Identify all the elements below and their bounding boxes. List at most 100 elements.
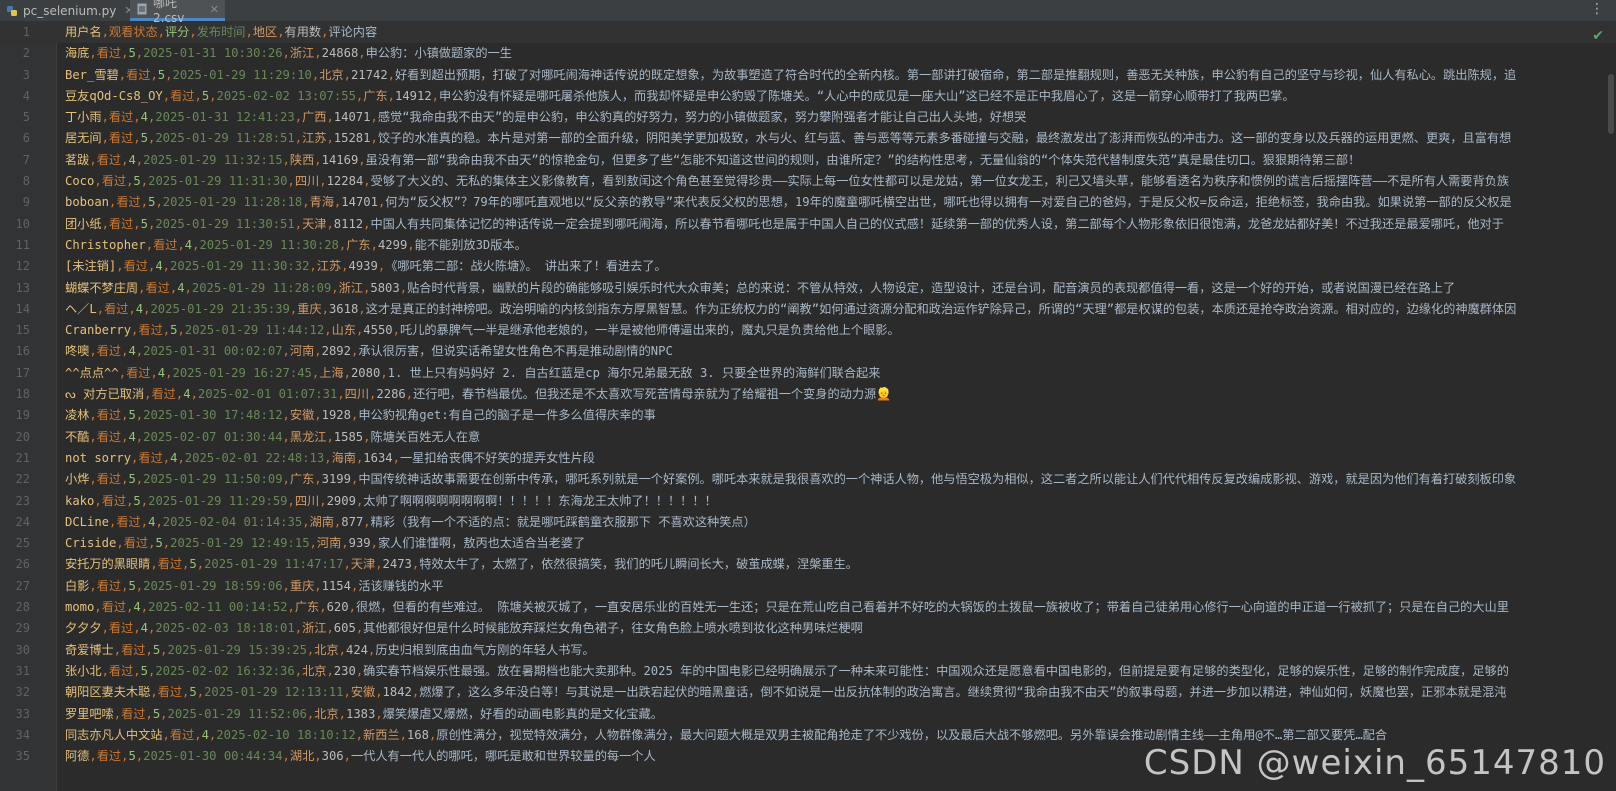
csv-field: 燃爆了，这么多年没白等！与其说是一出跌宕起伏的暗黑童话，倒不如说是一出反抗体制的… (419, 685, 1507, 700)
line-number: 7 (22, 152, 30, 167)
code-line[interactable]: 12 [未注销],看过,4,2025-01-29 11:30:32,江苏,4939… (0, 256, 1616, 277)
code-line[interactable]: 1 用户名,观看状态,评分,发布时间,地区,有用数,评论内容 (0, 22, 1616, 44)
field-separator: , (309, 259, 317, 274)
vertical-scrollbar[interactable] (1606, 44, 1616, 791)
field-separator: , (157, 25, 165, 39)
code-line[interactable]: 14 ヘ／L,看过,4,2025-01-29 21:35:39,重庆,3618,这… (0, 299, 1616, 320)
csv-field: 看过 (153, 237, 178, 252)
code-line[interactable]: 29 夕夕夕,看过,4,2025-02-03 18:18:01,浙江,605,其他… (0, 618, 1616, 639)
csv-field: 评分 (165, 25, 190, 39)
code-line[interactable]: 13 蝴蝶不梦庄周,看过,4,2025-01-29 11:28:09,浙江,580… (0, 278, 1616, 299)
tab-csv[interactable]: 哪吒2.csv ✕ (130, 0, 225, 25)
code-line[interactable]: 16 咚噢,看过,4,2025-01-31 00:02:07,河南,2892,承认… (0, 341, 1616, 362)
csv-field: 2025-01-29 15:39:25 (167, 642, 307, 657)
code-line[interactable]: 15 Cranberry,看过,5,2025-01-29 11:44:12,山东,… (0, 320, 1616, 341)
csv-field: 2025-02-01 22:48:13 (184, 450, 325, 465)
field-separator: , (309, 536, 317, 551)
csv-field: 看过 (96, 578, 122, 593)
csv-field: 虽没有第一部“我命由我不由天”的惊艳金句，但更多了些“怎能不知道这世间的规则，由… (365, 152, 1361, 167)
field-separator: , (101, 25, 109, 39)
field-separator: , (370, 110, 378, 125)
csv-field: 877 (341, 514, 364, 529)
field-separator: , (399, 280, 408, 295)
tab-pc-selenium[interactable]: pc_selenium.py ✕ (0, 0, 134, 21)
field-separator: , (194, 88, 202, 103)
field-separator: , (314, 749, 322, 764)
csv-field: 河南 (289, 344, 315, 359)
csv-field: 2025-01-29 11:30:28 (199, 237, 339, 252)
code-line[interactable]: 17 ^^点点^^,看过,4,2025-01-29 16:27:45,上海,208… (0, 363, 1616, 384)
code-line[interactable]: 20 不酷,看过,4,2025-02-07 01:30:44,黑龙江,1585,陈… (0, 427, 1616, 448)
code-line[interactable]: 22 小烨,看过,5,2025-01-29 11:50:09,广东,3199,中国… (0, 469, 1616, 490)
field-separator: , (324, 450, 332, 465)
code-line[interactable]: 11 Christopher,看过,4,2025-01-29 11:30:28,广… (0, 235, 1616, 256)
code-line[interactable]: 2 海底,看过,5,2025-01-31 10:30:26,浙江,24868,申公… (0, 43, 1616, 64)
csv-field: 能不能别放3D版本。 (414, 237, 527, 252)
inspection-ok-icon[interactable]: ✔ (1592, 28, 1604, 44)
csv-field: 奇爱博士 (65, 642, 114, 657)
field-separator: , (133, 621, 141, 636)
csv-field: 4 (155, 259, 163, 274)
field-separator: , (209, 88, 217, 103)
code-line[interactable]: 24 DCLine,看过,4,2025-02-04 01:14:35,湖南,877… (0, 512, 1616, 533)
field-separator: , (314, 344, 322, 359)
more-options-icon[interactable]: ⋮ (1590, 1, 1604, 17)
csv-field: 四川 (294, 174, 320, 189)
csv-field: 230 (333, 663, 356, 678)
code-line[interactable]: 19 凌林,看过,5,2025-01-30 17:48:12,安徽,1928,申公… (0, 405, 1616, 426)
csv-field: ᔓ 对方已取消 (65, 387, 145, 402)
code-line[interactable]: 27 白影,看过,5,2025-01-29 18:59:06,重庆,1154,活该… (0, 576, 1616, 597)
code-line[interactable]: 6 居无间,看过,5,2025-01-29 11:28:51,江苏,15281,饺… (0, 128, 1616, 149)
close-icon[interactable]: ✕ (210, 3, 219, 16)
field-separator: , (194, 727, 202, 742)
code-line[interactable]: 23 kako,看过,5,2025-01-29 11:29:59,四川,2909,… (0, 491, 1616, 512)
code-line[interactable]: 21 not sorry,看过,4,2025-02-01 22:48:13,海南,… (0, 448, 1616, 469)
csv-field: 605 (333, 621, 356, 636)
line-number: 26 (15, 557, 30, 572)
csv-field: 4299 (377, 237, 408, 252)
field-separator: , (326, 131, 334, 146)
csv-field: 168 (406, 727, 429, 742)
field-separator: , (326, 621, 334, 636)
code-line[interactable]: 33 罗里吧嗦,看过,5,2025-01-29 11:52:06,北京,1383,… (0, 704, 1616, 725)
code-line[interactable]: 3 Ber_雪碧,看过,5,2025-01-29 11:29:10,北京,2174… (0, 65, 1616, 86)
csv-field: 3618 (328, 301, 359, 316)
editor-tab-bar: pc_selenium.py ✕ 哪吒2.csv ✕ ⋮ (0, 0, 1616, 25)
csv-field: 观看状态 (108, 25, 158, 39)
csv-field: 看过 (108, 621, 134, 636)
csv-row: DCLine,看过,4,2025-02-04 01:14:35,湖南,877,精… (65, 512, 756, 533)
code-line[interactable]: 32 朝阳区妻夫木聪,看过,5,2025-01-29 12:13:11,安徽,18… (0, 682, 1616, 703)
code-editor[interactable]: 1 用户名,观看状态,评分,发布时间,地区,有用数,评论内容 2 海底,看过,5,20… (0, 22, 1616, 791)
code-line[interactable]: 8 Coco,看过,5,2025-01-29 11:31:30,四川,12284,… (0, 171, 1616, 192)
code-line[interactable]: 5 丁小雨,看过,4,2025-01-31 12:41:23,广西,14071,感… (0, 107, 1616, 128)
csv-field: 2025-01-30 00:44:34 (143, 749, 283, 764)
csv-field: 重庆 (297, 301, 322, 316)
code-line[interactable]: 28 momo,看过,4,2025-02-11 00:14:52,广东,620,很… (0, 597, 1616, 618)
code-line[interactable]: 31 张小北,看过,5,2025-02-02 16:32:36,北京,230,确实… (0, 661, 1616, 682)
field-separator: , (113, 706, 122, 721)
csv-field: 2025-01-29 11:28:51 (155, 131, 295, 146)
code-line[interactable]: 10 团小纸,看过,5,2025-01-29 11:30:51,天津,8112,中… (0, 214, 1616, 235)
code-line[interactable]: 26 安托万的黑眼睛,看过,5,2025-01-29 11:47:17,天津,24… (0, 554, 1616, 575)
code-line[interactable]: 30 奇爱博士,看过,5,2025-01-29 15:39:25,北京,424,历… (0, 640, 1616, 661)
code-line[interactable]: 4 豆友qOd-Cs8_OY,看过,5,2025-02-02 13:07:55,广… (0, 86, 1616, 107)
csv-field: 2025-01-29 11:44:12 (184, 323, 325, 338)
field-separator: , (89, 344, 97, 359)
field-separator: , (314, 152, 322, 167)
code-line[interactable]: 9 boboan,看过,5,2025-01-29 11:28:18,青海,1470… (0, 192, 1616, 213)
csv-field: 天津 (350, 557, 376, 572)
line-number: 21 (15, 450, 30, 465)
code-line[interactable]: 18 ᔓ 对方已取消,看过,4,2025-02-01 01:07:31,四川,22… (0, 384, 1616, 405)
code-line[interactable]: 7 茗跋,看过,4,2025-01-29 11:32:15,陕西,14169,虽没… (0, 150, 1616, 171)
code-line[interactable]: 25 Criside,看过,5,2025-01-29 12:49:15,河南,93… (0, 533, 1616, 554)
field-separator: , (282, 46, 290, 61)
csv-field: Criside (65, 536, 117, 551)
field-separator: , (358, 301, 366, 316)
csv-field: 2025-02-11 00:14:52 (148, 600, 288, 615)
field-separator: , (145, 706, 153, 721)
csv-row: not sorry,看过,4,2025-02-01 22:48:13,海南,16… (65, 448, 595, 469)
scrollbar-thumb[interactable] (1608, 74, 1614, 134)
csv-field: ヘ／L (65, 301, 97, 316)
csv-field: 地区 (252, 25, 278, 39)
field-separator: , (343, 685, 351, 700)
